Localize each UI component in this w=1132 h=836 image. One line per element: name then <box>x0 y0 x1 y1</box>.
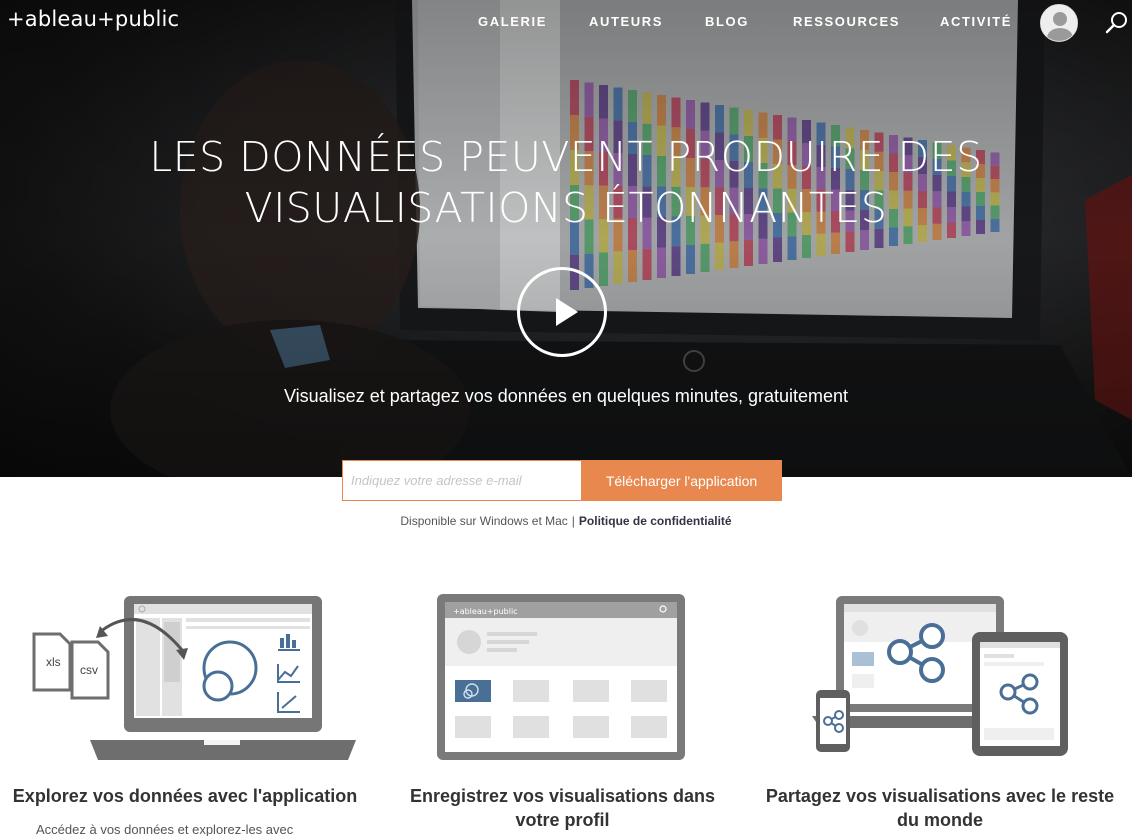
hero-headline: LES DONNÉES PEUVENT PRODUIRE DES VISUALI… <box>149 133 983 232</box>
hero-subline: Visualisez et partagez vos données en qu… <box>0 386 1132 407</box>
play-icon <box>556 298 578 326</box>
screen-logo: +ableau+public <box>453 607 518 616</box>
subline-bold: gratuitement <box>747 386 849 406</box>
separator: | <box>571 514 575 528</box>
availability-line: Disponible sur Windows et Mac | Politique … <box>0 514 1132 528</box>
availability-text: Disponible sur Windows et Mac <box>400 514 568 528</box>
nav-ressources[interactable]: RESSOURCES <box>793 14 900 29</box>
privacy-policy-link[interactable]: Politique de confidentialité <box>579 514 732 528</box>
user-avatar-icon[interactable] <box>1040 4 1078 42</box>
subline-text: Visualisez et partagez vos données en qu… <box>283 386 748 406</box>
explore-app-illustration: xls csv <box>32 596 356 760</box>
nav-blog[interactable]: BLOG <box>705 14 749 29</box>
nav-activite[interactable]: ACTIVITÉ <box>940 14 1012 29</box>
tableau-public-logo[interactable]: +ableau+public <box>7 7 179 31</box>
feature-explore-title: Explorez vos données avec l'application <box>12 786 358 806</box>
share-world-illustration <box>812 596 1068 756</box>
search-icon[interactable] <box>1104 10 1130 36</box>
nav-galerie[interactable]: GALERIE <box>478 14 547 29</box>
download-app-button[interactable]: Télécharger l'application <box>581 460 782 501</box>
play-video-button[interactable] <box>517 267 607 357</box>
file-label-xls: xls <box>46 655 61 669</box>
email-input[interactable] <box>342 460 582 501</box>
feature-share-title: Partagez vos visualisations avec le rest… <box>765 786 1115 830</box>
file-label-csv: csv <box>80 663 98 677</box>
save-profile-illustration: +ableau+public <box>437 594 685 760</box>
feature-profile-title: Enregistrez vos visualisations dans votr… <box>409 786 716 830</box>
top-navigation: +ableau+public GALERIE AUTEURS BLOG RESS… <box>0 0 1132 46</box>
feature-explore-description: Accédez à vos données et explorez-les av… <box>36 822 294 836</box>
nav-auteurs[interactable]: AUTEURS <box>589 14 663 29</box>
